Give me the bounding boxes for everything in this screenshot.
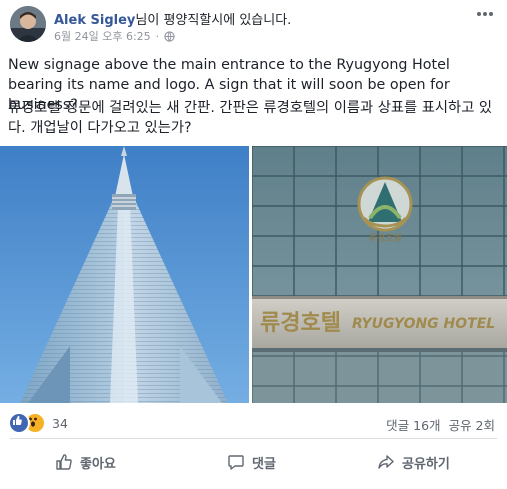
share-label: 공유하기	[402, 456, 450, 472]
post-text-korean: 류경호텔 정문에 걸려있는 새 간판. 간판은 류경호텔의 이름과 상표를 표시…	[8, 100, 493, 136]
share-arrow-icon	[378, 455, 394, 469]
author-location-text: 님이 평양직할시에 있습니다.	[135, 13, 292, 28]
share-button[interactable]: 공유하기	[377, 444, 450, 480]
thumbs-up-icon	[56, 454, 72, 470]
svg-text:류경호텔: 류경호텔	[368, 232, 401, 244]
comment-icon	[228, 455, 244, 470]
post-actions: 좋아요 댓글 공유하기	[0, 444, 507, 480]
comment-label: 댓글	[252, 456, 276, 472]
engagement-counts: 댓글 16개 공유 2회	[386, 415, 495, 434]
photo-hotel-tower[interactable]	[0, 146, 249, 403]
post-stats: 34 댓글 16개 공유 2회	[0, 406, 507, 436]
post-meta: 6월 24일 오후 6:25 ·	[54, 28, 175, 44]
like-reaction-icon	[8, 412, 30, 434]
hotel-logo-icon	[357, 176, 413, 232]
like-button[interactable]: 좋아요	[55, 444, 116, 480]
svg-text:RYUGYONG HOTEL: RYUGYONG HOTEL	[352, 316, 495, 332]
post-timestamp[interactable]: 6월 24일 오후 6:25	[54, 28, 151, 44]
comment-button[interactable]: 댓글	[227, 444, 276, 480]
globe-icon[interactable]	[164, 30, 175, 42]
photo-hotel-signage[interactable]: 류경호텔 류경호텔 RYUGYONG HOTEL	[252, 146, 507, 403]
avatar[interactable]	[10, 6, 46, 42]
reaction-summary[interactable]: 34	[8, 412, 68, 434]
more-options-icon[interactable]	[475, 8, 495, 20]
share-count[interactable]: 공유 2회	[449, 415, 495, 434]
reaction-count: 34	[52, 415, 68, 431]
comment-count[interactable]: 댓글 16개	[386, 415, 440, 434]
like-label: 좋아요	[80, 456, 116, 472]
divider	[10, 438, 497, 439]
author-line: Alek Sigley님이 평양직할시에 있습니다.	[54, 9, 291, 28]
svg-text:류경호텔: 류경호텔	[260, 311, 341, 336]
facebook-post: Alek Sigley님이 평양직할시에 있습니다. 6월 24일 오후 6:2…	[0, 0, 507, 489]
author-name[interactable]: Alek Sigley	[54, 13, 135, 28]
post-header: Alek Sigley님이 평양직할시에 있습니다. 6월 24일 오후 6:2…	[0, 0, 507, 50]
